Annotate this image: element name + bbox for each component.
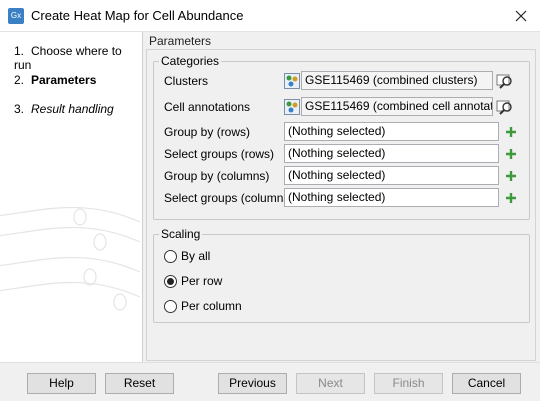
parameters-heading: Parameters	[149, 34, 212, 48]
group-by-rows-label: Group by (rows)	[164, 125, 251, 139]
dna-watermark-graphic	[0, 207, 141, 311]
wizard-steps-panel: 1. Choose where to run 2. Parameters 3. Res…	[0, 32, 143, 362]
scaling-legend: Scaling	[161, 227, 201, 241]
radio-label: Per column	[181, 299, 242, 313]
group-by-columns-field[interactable]: (Nothing selected)	[284, 166, 499, 185]
close-icon	[515, 10, 527, 22]
previous-button[interactable]: Previous	[218, 373, 287, 394]
clusters-browse-icon[interactable]	[496, 72, 514, 90]
title-bar: Gx Create Heat Map for Cell Abundance	[0, 0, 540, 32]
group-by-columns-add-icon[interactable]	[505, 170, 517, 182]
button-bar: Help Reset Previous Next Finish Cancel	[0, 362, 540, 401]
step-label: Parameters	[31, 73, 97, 87]
finish-button[interactable]: Finish	[374, 373, 443, 394]
cell-annotations-field[interactable]: GSE115469 (combined cell annotations)	[301, 97, 493, 116]
clusters-data-icon	[284, 73, 300, 89]
select-groups-columns-field[interactable]: (Nothing selected)	[284, 188, 499, 207]
app-icon: Gx	[8, 8, 24, 24]
step-result-handling: 3. Result handling	[14, 102, 114, 116]
step-label: Result handling	[31, 102, 114, 116]
clusters-field[interactable]: GSE115469 (combined clusters)	[301, 71, 493, 90]
close-button[interactable]	[506, 2, 536, 30]
cancel-button[interactable]: Cancel	[452, 373, 521, 394]
cell-annotations-label: Cell annotations	[164, 100, 251, 114]
radio-button[interactable]	[164, 250, 177, 263]
step-label: Choose where to run	[14, 44, 122, 72]
step-parameters: 2. Parameters	[14, 73, 96, 87]
cell-annotations-data-icon	[284, 99, 300, 115]
select-groups-columns-label: Select groups (columns)	[164, 191, 294, 205]
step-number: 1.	[14, 44, 25, 58]
select-groups-columns-add-icon[interactable]	[505, 192, 517, 204]
step-choose-where-to-run: 1. Choose where to run	[14, 44, 142, 72]
step-number: 3.	[14, 102, 25, 116]
next-button[interactable]: Next	[296, 373, 365, 394]
help-button[interactable]: Help	[27, 373, 96, 394]
radio-button[interactable]	[164, 275, 177, 288]
window-title: Create Heat Map for Cell Abundance	[31, 8, 244, 23]
radio-label: By all	[181, 249, 211, 263]
parameters-panel: Parameters Categories Clusters GSE115469…	[144, 32, 540, 362]
select-groups-rows-field[interactable]: (Nothing selected)	[284, 144, 499, 163]
group-by-columns-label: Group by (columns)	[164, 169, 270, 183]
cell-annotations-browse-icon[interactable]	[496, 98, 514, 116]
select-groups-rows-add-icon[interactable]	[505, 148, 517, 160]
clusters-label: Clusters	[164, 74, 209, 88]
categories-legend: Categories	[161, 54, 220, 68]
radio-button[interactable]	[164, 300, 177, 313]
group-by-rows-add-icon[interactable]	[505, 126, 517, 138]
step-number: 2.	[14, 73, 25, 87]
select-groups-rows-label: Select groups (rows)	[164, 147, 275, 161]
reset-button[interactable]: Reset	[105, 373, 174, 394]
radio-label: Per row	[181, 274, 223, 288]
group-by-rows-field[interactable]: (Nothing selected)	[284, 122, 499, 141]
